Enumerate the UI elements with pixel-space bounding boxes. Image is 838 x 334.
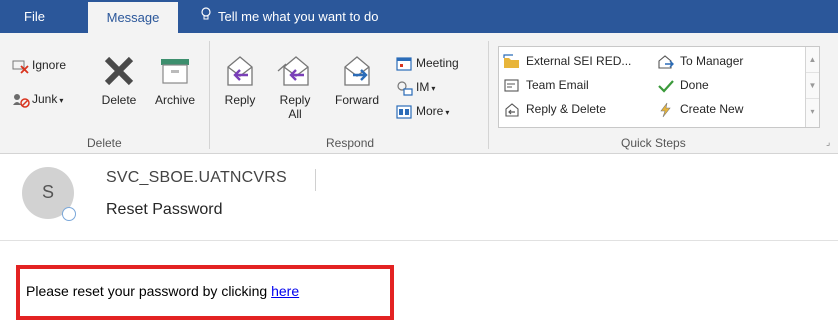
quick-steps-gallery: External SEI RED... Team Email Reply & D… bbox=[498, 46, 820, 128]
group-divider bbox=[488, 41, 489, 149]
meeting-button[interactable]: Meeting bbox=[396, 53, 459, 73]
ignore-icon bbox=[12, 58, 30, 74]
ignore-button[interactable]: Ignore bbox=[12, 55, 66, 75]
junk-icon bbox=[12, 92, 30, 108]
reply-delete-icon bbox=[503, 102, 521, 118]
forward-label: Forward bbox=[334, 93, 379, 107]
quick-step-reply-delete-label: Reply & Delete bbox=[526, 102, 607, 116]
archive-button[interactable]: Archive bbox=[148, 53, 202, 107]
scroll-up-icon[interactable]: ▲ bbox=[806, 47, 819, 73]
highlight-box bbox=[16, 265, 394, 320]
quick-step-external[interactable]: External SEI RED... bbox=[503, 51, 631, 71]
more-icon bbox=[396, 104, 414, 120]
quick-steps-scrollbar[interactable]: ▲ ▼ ▾ bbox=[805, 47, 819, 127]
folder-icon bbox=[503, 54, 521, 70]
quick-step-team-email-label: Team Email bbox=[526, 78, 589, 92]
reply-icon bbox=[227, 56, 253, 86]
reply-all-label-1: Reply bbox=[279, 93, 311, 107]
quick-step-external-label: External SEI RED... bbox=[526, 54, 632, 68]
reply-all-label-2: All bbox=[288, 107, 302, 121]
lightning-icon bbox=[657, 102, 675, 118]
team-email-icon bbox=[503, 78, 521, 94]
message-header: S SVC_SBOE.UATNCVRS Reset Password bbox=[0, 155, 838, 241]
delete-x-icon bbox=[104, 56, 134, 86]
sender-name[interactable]: SVC_SBOE.UATNCVRS bbox=[106, 169, 287, 187]
group-divider bbox=[209, 41, 210, 149]
quick-step-to-manager[interactable]: To Manager bbox=[657, 51, 743, 71]
junk-button[interactable]: Junk ▾ bbox=[12, 89, 63, 109]
header-divider bbox=[315, 169, 316, 191]
archive-icon bbox=[161, 59, 189, 84]
ignore-label: Ignore bbox=[32, 58, 67, 72]
lightbulb-icon bbox=[200, 0, 212, 33]
meeting-label: Meeting bbox=[416, 56, 459, 70]
quick-step-to-manager-label: To Manager bbox=[680, 54, 744, 68]
tell-me-label: Tell me what you want to do bbox=[218, 9, 379, 24]
quick-step-create-new-label: Create New bbox=[680, 102, 744, 116]
delete-label: Delete bbox=[101, 93, 137, 107]
more-button[interactable]: More ▾ bbox=[396, 101, 449, 121]
quick-steps-group-label: Quick Steps bbox=[621, 136, 686, 150]
forward-icon bbox=[344, 56, 370, 86]
im-label: IM bbox=[416, 80, 430, 94]
presence-status-icon bbox=[62, 207, 76, 221]
im-button[interactable]: IM ▾ bbox=[396, 77, 435, 97]
reply-label: Reply bbox=[224, 93, 256, 107]
message-subject: Reset Password bbox=[106, 201, 223, 218]
to-manager-icon bbox=[657, 54, 675, 70]
quick-step-done[interactable]: Done bbox=[657, 75, 709, 95]
quick-step-reply-delete[interactable]: Reply & Delete bbox=[503, 99, 606, 119]
forward-button[interactable]: Forward bbox=[328, 53, 386, 107]
dialog-launcher-icon[interactable]: ⌟ bbox=[826, 137, 830, 148]
more-label: More bbox=[416, 104, 444, 118]
delete-button[interactable]: Delete bbox=[96, 53, 142, 107]
quick-step-done-label: Done bbox=[680, 78, 709, 92]
scroll-down-icon[interactable]: ▼ bbox=[806, 73, 819, 99]
expand-gallery-icon[interactable]: ▾ bbox=[806, 99, 819, 125]
tell-me-search[interactable]: Tell me what you want to do bbox=[200, 0, 378, 33]
quick-step-create-new[interactable]: Create New bbox=[657, 99, 743, 119]
delete-group-label: Delete bbox=[87, 136, 122, 150]
ribbon-tab-bar: File Message Tell me what you want to do bbox=[0, 0, 838, 33]
im-icon bbox=[396, 80, 414, 96]
tab-message[interactable]: Message bbox=[88, 2, 178, 33]
ribbon: Ignore Junk ▾ Delete Archive Delete Reply… bbox=[0, 33, 838, 154]
archive-label: Archive bbox=[154, 93, 195, 107]
reply-all-icon bbox=[277, 56, 309, 86]
meeting-icon bbox=[396, 56, 414, 72]
checkmark-icon bbox=[657, 78, 675, 94]
quick-step-team-email[interactable]: Team Email bbox=[503, 75, 589, 95]
reply-button[interactable]: Reply bbox=[218, 53, 262, 107]
respond-group-label: Respond bbox=[326, 136, 375, 150]
tab-file[interactable]: File bbox=[24, 0, 45, 33]
reply-all-button[interactable]: Reply All bbox=[270, 53, 320, 121]
junk-label: Junk bbox=[32, 92, 58, 106]
